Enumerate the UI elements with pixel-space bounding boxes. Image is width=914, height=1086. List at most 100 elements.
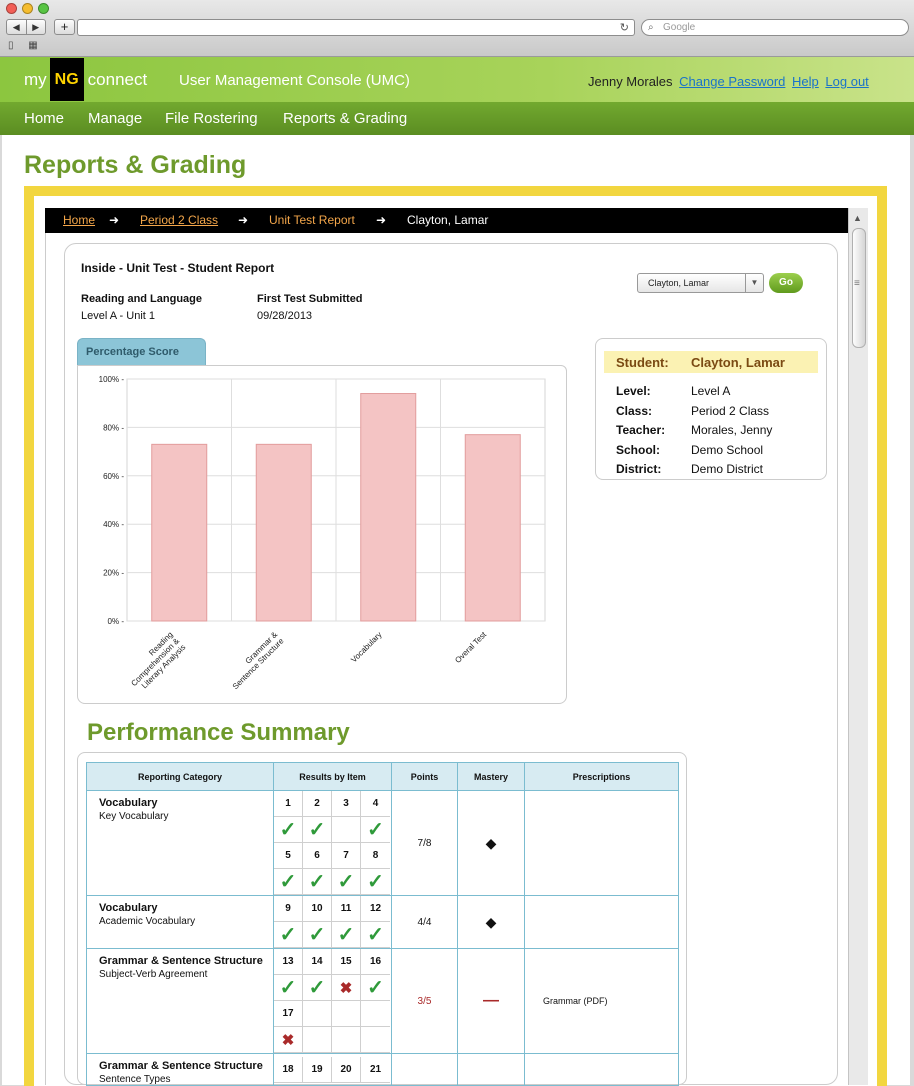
category-cell: Vocabulary Academic Vocabulary: [86, 895, 274, 949]
info-label: Level:: [616, 384, 651, 398]
check-icon: ✓: [367, 871, 384, 893]
main-nav: Home Manage File Rostering Reports & Gra…: [0, 102, 914, 135]
logo-ng: NG: [49, 58, 84, 101]
breadcrumb-class[interactable]: Period 2 Class: [140, 213, 218, 227]
browser-search-input[interactable]: ⌕ Google: [641, 19, 909, 36]
help-link[interactable]: Help: [792, 74, 819, 89]
student-select[interactable]: Clayton, Lamar ▼: [637, 273, 764, 293]
item-result-empty: [332, 817, 361, 843]
item-result: ✓: [274, 817, 303, 843]
results-cell: 1 2 3 4 ✓ ✓ ✓ 5 6 7 8 ✓ ✓ ✓ ✓: [273, 790, 392, 896]
app-header: my NG connect User Management Console (U…: [0, 57, 914, 102]
scroll-up-icon[interactable]: ▲: [853, 213, 862, 223]
check-icon: ✓: [337, 924, 355, 946]
y-tick-label: 60% -: [103, 472, 124, 481]
points-cell: 7/8: [391, 790, 458, 896]
new-tab-button[interactable]: +: [54, 19, 75, 35]
minimize-window-icon[interactable]: [22, 3, 33, 14]
item-result: ✓: [332, 869, 361, 895]
mastered-icon: ◆: [485, 834, 497, 851]
item-number: 2: [303, 791, 332, 817]
points-cell: 4/4: [391, 895, 458, 949]
category-name: Vocabulary: [99, 797, 158, 809]
item-result: ✓: [361, 869, 390, 895]
x-tick-label: Grammar &Sentence Structure: [224, 630, 286, 692]
item-number: 20: [332, 1056, 361, 1083]
check-icon: ✓: [308, 977, 326, 999]
breadcrumb-student: Clayton, Lamar: [407, 213, 489, 227]
change-password-link[interactable]: Change Password: [679, 74, 785, 89]
close-window-icon[interactable]: [6, 3, 17, 14]
bookmarks-icons[interactable]: ▯ ▦: [8, 40, 44, 51]
col-header: Points: [391, 762, 458, 791]
item-number: 3: [332, 791, 361, 817]
item-number: [332, 1001, 361, 1027]
nav-file-rostering[interactable]: File Rostering: [165, 110, 258, 127]
y-tick-label: 0% -: [108, 617, 125, 626]
reload-icon[interactable]: ↻: [620, 21, 629, 34]
breadcrumb-arrow-icon: ➜: [109, 213, 120, 227]
item-result: ✓: [361, 922, 390, 948]
info-value: Demo District: [691, 462, 764, 476]
y-tick-label: 80% -: [103, 423, 124, 432]
grip-icon: ≡: [854, 278, 860, 289]
search-placeholder: Google: [663, 22, 696, 33]
col-header: Prescriptions: [524, 762, 679, 791]
mastery-cell: ◆: [457, 895, 525, 949]
item-result: ✓: [303, 975, 332, 1001]
category-sub: Key Vocabulary: [99, 811, 169, 822]
report-title: Inside - Unit Test - Student Report: [81, 261, 275, 275]
go-button[interactable]: Go: [769, 273, 803, 293]
cross-icon: ✖: [281, 1031, 295, 1049]
table-row: Grammar & Sentence Structure Subject-Verb…: [86, 948, 679, 1054]
check-icon: ✓: [337, 871, 355, 893]
item-number: 7: [332, 843, 361, 869]
check-icon: ✓: [279, 924, 297, 946]
info-label: Class:: [616, 403, 653, 418]
table-row: Vocabulary Key Vocabulary 1 2 3 4 ✓ ✓ ✓ 5 6 7 8 ✓ ✓ ✓ ✓ 7…: [86, 790, 679, 896]
breadcrumb-arrow-icon: ➜: [238, 213, 249, 227]
item-result: ✓: [274, 869, 303, 895]
prescription-cell[interactable]: Grammar (PDF): [524, 948, 679, 1054]
item-number: 5: [274, 843, 303, 869]
item-result: ✓: [274, 975, 303, 1001]
bar: [360, 393, 417, 622]
item-number: 4: [361, 791, 390, 817]
category-cell: Grammar & Sentence Structure Subject-Verb…: [86, 948, 274, 1054]
nav-home[interactable]: Home: [24, 110, 64, 127]
address-bar[interactable]: ↻: [77, 19, 635, 36]
history-nav: ◀ ▶: [6, 19, 46, 35]
item-number: [361, 1001, 390, 1027]
nav-manage[interactable]: Manage: [88, 110, 142, 127]
item-number: 9: [274, 896, 303, 922]
results-cell: 13 14 15 16 ✓ ✓ ✖ ✓ 17 ✖: [273, 948, 392, 1054]
item-result: ✓: [303, 869, 332, 895]
student-label: Student:: [616, 355, 669, 370]
col-header: Reporting Category: [86, 762, 274, 791]
results-cell: 18 19 20 21: [273, 1053, 392, 1086]
level-unit: Level A - Unit 1: [81, 310, 155, 322]
prescription-cell: [524, 1053, 679, 1086]
breadcrumb-home[interactable]: Home: [63, 213, 95, 227]
back-button[interactable]: ◀: [7, 20, 27, 34]
info-value: Demo School: [691, 442, 764, 457]
item-number: 15: [332, 949, 361, 975]
nav-reports-grading[interactable]: Reports & Grading: [283, 110, 407, 127]
check-icon: ✓: [308, 924, 326, 946]
bar: [151, 443, 208, 622]
breadcrumb-report: Unit Test Report: [269, 213, 355, 227]
vertical-scrollbar[interactable]: ▲ ≡: [848, 208, 868, 1085]
bar: [464, 434, 521, 622]
y-tick-label: 20% -: [103, 569, 124, 578]
forward-button[interactable]: ▶: [27, 20, 46, 34]
x-tick-label-line: Vocabulary: [349, 630, 383, 664]
chevron-down-icon[interactable]: ▼: [745, 274, 763, 292]
mastery-cell: ◆: [457, 790, 525, 896]
submitted-date: 09/28/2013: [257, 310, 313, 322]
tab-percentage-score[interactable]: Percentage Score: [77, 338, 206, 366]
logout-link[interactable]: Log out: [825, 74, 868, 89]
logo-my: my: [24, 69, 47, 89]
zoom-window-icon[interactable]: [38, 3, 49, 14]
logo[interactable]: my NG connect: [24, 58, 147, 101]
category-name: Grammar & Sentence Structure: [99, 955, 263, 967]
